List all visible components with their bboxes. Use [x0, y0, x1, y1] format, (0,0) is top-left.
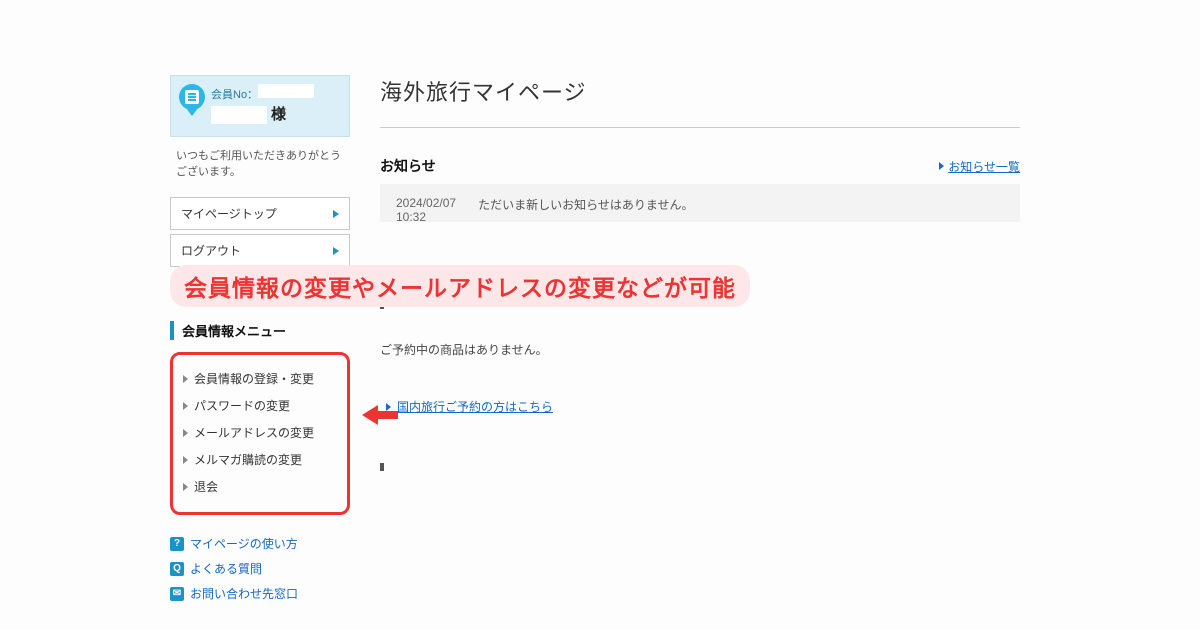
menu-label: メルマガ購読の変更: [194, 451, 302, 468]
menu-change-email[interactable]: メールアドレスの変更: [181, 419, 339, 446]
menu-withdraw[interactable]: 退会: [181, 473, 339, 500]
caret-icon: [939, 162, 944, 170]
help-usage[interactable]: ? マイページの使い方: [170, 531, 350, 556]
section-divider: [380, 463, 1020, 471]
annotation-banner: 会員情報の変更やメールアドレスの変更などが可能: [170, 265, 750, 307]
menu-edit-member-info[interactable]: 会員情報の登録・変更: [181, 365, 339, 392]
help-contact[interactable]: ✉ お問い合わせ先窓口: [170, 581, 350, 606]
document-pin-icon: [179, 84, 205, 116]
caret-icon: [183, 483, 188, 491]
caret-icon: [183, 456, 188, 464]
q-icon: Q: [170, 562, 184, 576]
annotation-arrow-icon: [362, 405, 398, 425]
member-info: 会員No： 様: [211, 84, 314, 126]
help-links: ? マイページの使い方 Q よくある質問 ✉ お問い合わせ先窓口: [170, 531, 350, 606]
sidebar: 会員No： 様 いつもご利用いただきありがとうございます。 マイページトップ ロ…: [170, 75, 350, 606]
main-content: 海外旅行マイページ お知らせ お知らせ一覧 2024/02/07 10:32 た…: [380, 75, 1020, 606]
menu-label: メールアドレスの変更: [194, 424, 314, 441]
notice-box: 2024/02/07 10:32 ただいま新しいお知らせはありません。: [380, 184, 1020, 222]
caret-icon: [183, 429, 188, 437]
help-label: マイページの使い方: [190, 535, 298, 552]
link-label: お知らせ一覧: [948, 158, 1020, 175]
link-label: 国内旅行ご予約の方はこちら: [397, 398, 553, 415]
chevron-right-icon: [333, 210, 339, 218]
nav-label: ログアウト: [181, 242, 241, 259]
caret-icon: [183, 402, 188, 410]
help-label: よくある質問: [190, 560, 262, 577]
chevron-right-icon: [333, 247, 339, 255]
menu-change-password[interactable]: パスワードの変更: [181, 392, 339, 419]
member-box: 会員No： 様: [170, 75, 350, 137]
question-icon: ?: [170, 537, 184, 551]
page-title: 海外旅行マイページ: [380, 75, 1020, 128]
nav-label: マイページトップ: [181, 205, 277, 222]
nav-logout[interactable]: ログアウト: [170, 234, 350, 267]
caret-icon: [183, 375, 188, 383]
nav-mypage-top[interactable]: マイページトップ: [170, 197, 350, 230]
notice-time: 10:32: [396, 210, 456, 222]
notice-date: 2024/02/07: [396, 196, 456, 210]
notices-more-link[interactable]: お知らせ一覧: [939, 158, 1020, 175]
notices-heading: お知らせ: [380, 156, 436, 176]
mail-icon: ✉: [170, 587, 184, 601]
member-no-label: 会員No：: [211, 89, 258, 101]
reserved-empty-message: ご予約中の商品はありません。: [380, 341, 1020, 358]
menu-label: 退会: [194, 478, 218, 495]
greeting-text: いつもご利用いただきありがとうございます。: [170, 137, 350, 193]
help-faq[interactable]: Q よくある質問: [170, 556, 350, 581]
sidebar-section-title: 会員情報メニュー: [170, 321, 350, 340]
member-menu-highlight: 会員情報の登録・変更 パスワードの変更 メールアドレスの変更 メルマガ購読の変更…: [170, 352, 350, 515]
menu-label: パスワードの変更: [194, 397, 290, 414]
help-label: お問い合わせ先窓口: [190, 585, 298, 602]
honorific: 様: [271, 104, 286, 127]
notice-text: ただいま新しいお知らせはありません。: [478, 196, 693, 222]
menu-change-newsletter[interactable]: メルマガ購読の変更: [181, 446, 339, 473]
menu-label: 会員情報の登録・変更: [194, 370, 314, 387]
domestic-reservation-link[interactable]: 国内旅行ご予約の方はこちら: [386, 398, 1020, 415]
